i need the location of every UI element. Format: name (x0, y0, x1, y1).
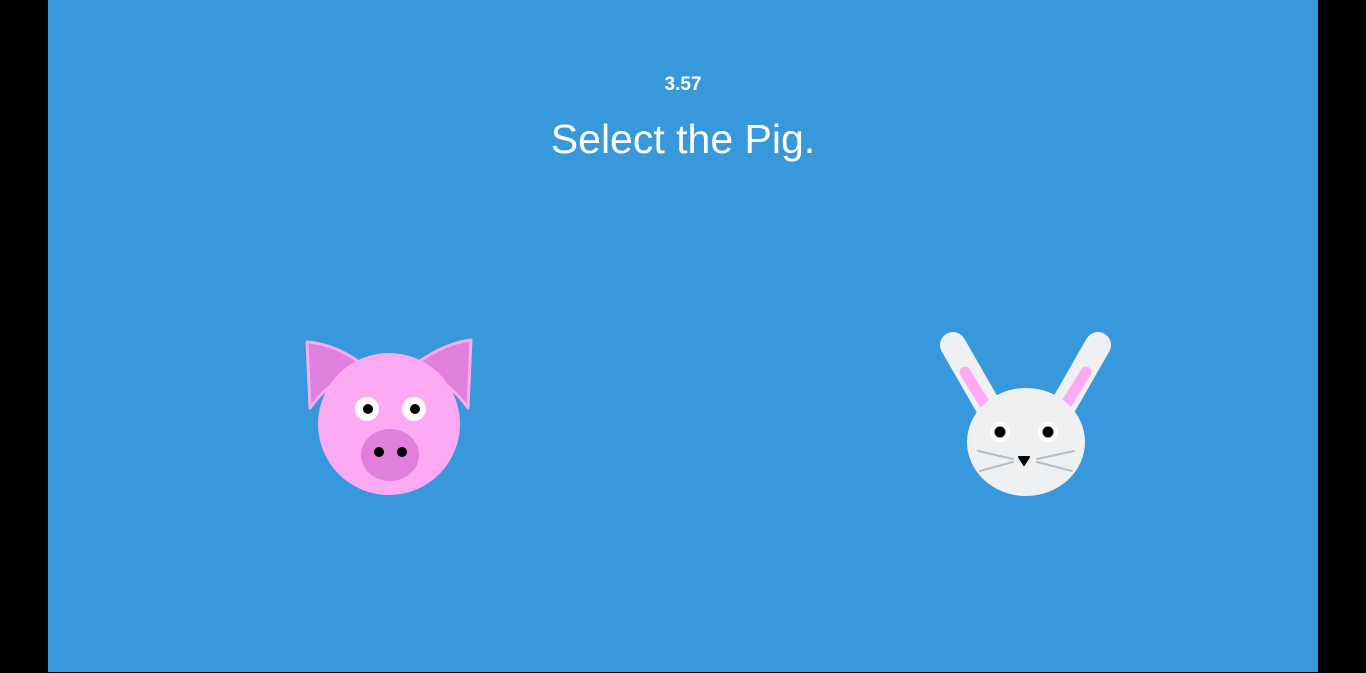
bunny-option[interactable] (938, 332, 1114, 500)
countdown-timer: 3.57 (664, 74, 702, 95)
pig-option[interactable] (304, 334, 476, 500)
pig-left-nostril (374, 447, 384, 457)
bunny-face (967, 388, 1085, 496)
pig-snout (361, 429, 419, 481)
pig-right-nostril (397, 447, 407, 457)
bunny-left-pupil (994, 426, 1006, 438)
bunny-icon (940, 332, 1111, 496)
game-stage: 3.57 Select the Pig. (48, 0, 1318, 672)
pig-left-pupil (363, 404, 373, 414)
bunny-right-pupil (1042, 426, 1054, 438)
pig-right-pupil (410, 404, 420, 414)
pig-icon (305, 338, 473, 495)
instruction-text: Select the Pig. (550, 116, 816, 162)
